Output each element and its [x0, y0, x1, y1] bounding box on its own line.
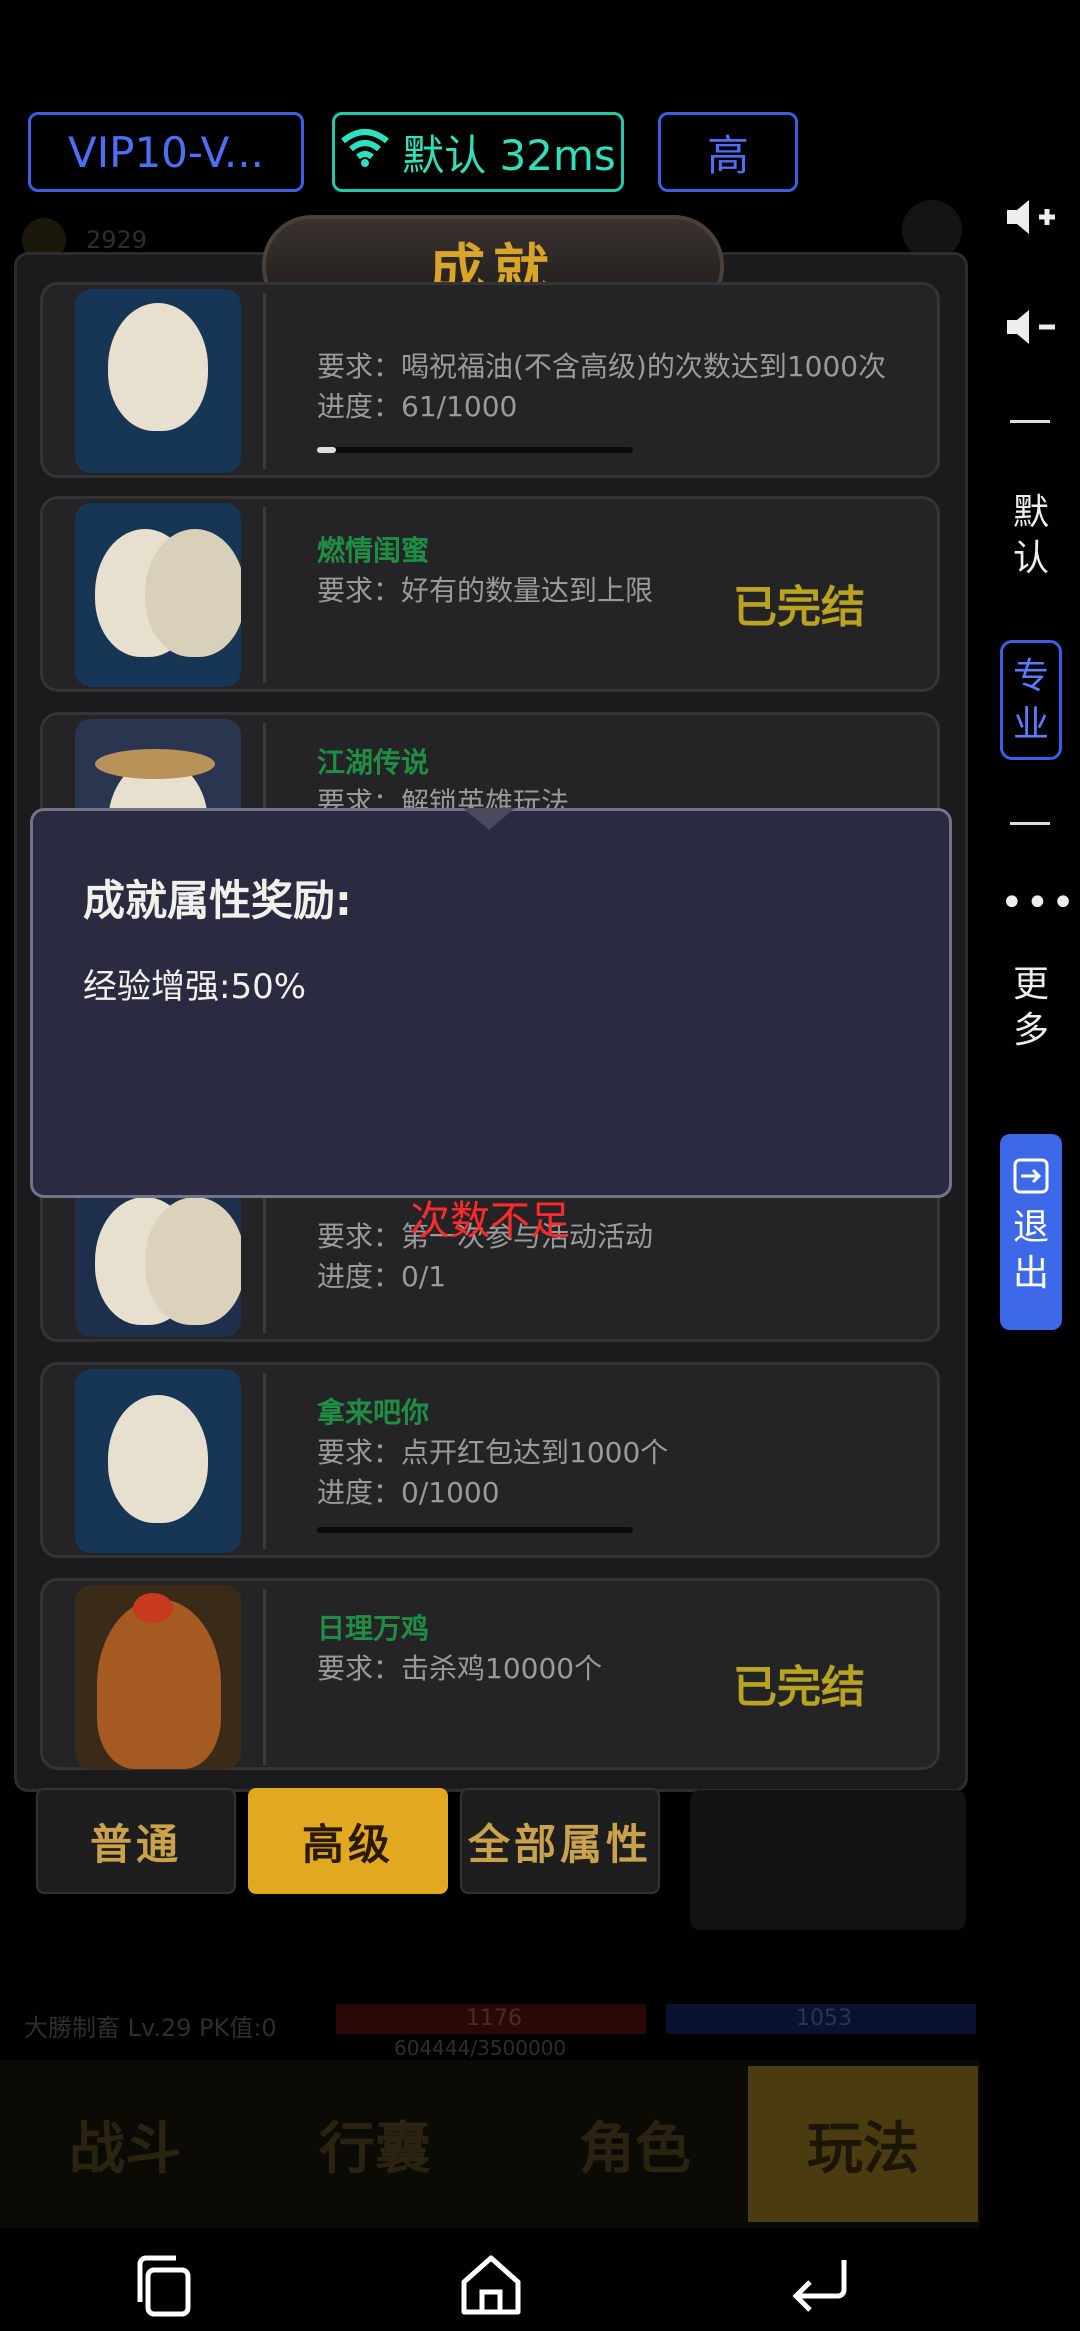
default-mode-button[interactable]: 默 认 [1000, 490, 1062, 582]
achievement-row[interactable]: 日理万鸡 要求：击杀鸡10000个 已完结 [40, 1578, 940, 1770]
achievement-name: 日理万鸡 [317, 1612, 430, 1645]
wifi-icon [340, 127, 390, 177]
quality-button[interactable]: 高 [658, 112, 798, 192]
mp-value: 1053 [796, 2006, 852, 2031]
more-button[interactable]: 更 多 [1000, 962, 1062, 1054]
nav-role[interactable]: 角色 [520, 2066, 750, 2222]
egg-character-image [108, 303, 208, 431]
recent-apps-button[interactable] [128, 2250, 198, 2320]
reward-tooltip: 成就属性奖励: 经验增强:50% [30, 808, 952, 1198]
divider [1010, 822, 1050, 825]
tooltip-body: 经验增强:50% [83, 967, 307, 1007]
network-status-button[interactable]: 默认 32ms [332, 112, 624, 192]
achievement-status: 已完结 [733, 1662, 865, 1713]
hp-bar: 1176 [336, 2004, 646, 2034]
achievement-requirement: 要求：点开红包达到1000个 [317, 1436, 669, 1469]
volume-up-button[interactable] [1000, 194, 1062, 249]
exit-label: 退 出 [1012, 1207, 1049, 1294]
exit-button[interactable]: 退 出 [1000, 1134, 1062, 1330]
progress-bar [317, 447, 633, 453]
achievement-name: 江湖传说 [317, 746, 430, 779]
achievement-requirement: 要求：击杀鸡10000个 [317, 1652, 603, 1685]
back-button[interactable] [784, 2250, 854, 2320]
achievement-progress: 进度：0/1000 [317, 1476, 500, 1509]
achievement-name: 拿来吧你 [317, 1396, 430, 1429]
achievement-portrait [75, 1369, 241, 1553]
achievement-name: 燃情闺蜜 [317, 534, 430, 567]
home-icon [461, 2255, 521, 2315]
tab-all-attributes[interactable]: 全部属性 [460, 1788, 660, 1894]
nav-bag[interactable]: 行囊 [260, 2066, 490, 2222]
quality-label: 高 [706, 130, 749, 180]
exit-icon [1013, 1158, 1049, 1194]
bg-decoration [690, 1790, 966, 1930]
divider [1010, 420, 1050, 423]
achievement-portrait [75, 289, 241, 473]
hp-value: 1176 [466, 2006, 522, 2031]
achievement-row[interactable]: 燃情闺蜜 要求：好有的数量达到上限 已完结 [40, 496, 940, 692]
achievement-progress: 进度：0/1 [317, 1260, 447, 1293]
achievement-progress: 进度：61/1000 [317, 390, 518, 423]
tooltip-arrow [463, 808, 515, 830]
achievement-row[interactable]: 要求：喝祝福油(不含高级)的次数达到1000次 进度：61/1000 [40, 282, 940, 478]
network-label: 默认 32ms [402, 130, 616, 180]
vip-label: VIP10-V... [68, 127, 264, 177]
recent-apps-icon [137, 2255, 191, 2317]
nav-battle[interactable]: 战斗 [10, 2066, 240, 2222]
back-icon [792, 2260, 847, 2312]
player-info: 大勝制畜 Lv.29 PK值:0 [24, 2014, 277, 2042]
achievement-requirement: 要求：喝祝福油(不含高级)的次数达到1000次 [317, 350, 887, 383]
straw-hat-icon [95, 749, 215, 779]
warning-message: 次数不足 [410, 1198, 570, 1244]
nav-play[interactable]: 玩法 [748, 2066, 978, 2222]
chicken-character-image [97, 1599, 221, 1769]
tooltip-title: 成就属性奖励: [83, 876, 352, 925]
volume-up-icon [1007, 200, 1055, 234]
achievement-status: 已完结 [733, 582, 865, 633]
achievement-requirement: 要求：好有的数量达到上限 [317, 574, 654, 607]
exp-value: 604444/3500000 [394, 2036, 567, 2060]
pro-mode-button[interactable]: 专 业 [1000, 640, 1062, 760]
achievement-row[interactable]: 拿来吧你 要求：点开红包达到1000个 进度：0/1000 [40, 1362, 940, 1558]
more-dots-icon[interactable]: ••• [1000, 880, 1075, 926]
vip-button[interactable]: VIP10-V... [28, 112, 304, 192]
progress-bar [317, 1527, 633, 1533]
tab-advanced[interactable]: 高级 [248, 1788, 448, 1894]
achievement-portrait [75, 1585, 241, 1769]
bg-coin-count: 2929 [86, 226, 148, 254]
volume-down-icon [1007, 310, 1055, 344]
volume-down-button[interactable] [1000, 304, 1062, 359]
tab-normal[interactable]: 普通 [36, 1788, 236, 1894]
home-button[interactable] [456, 2250, 526, 2320]
achievement-portrait [75, 503, 241, 687]
gear-icon [902, 200, 962, 260]
mp-bar: 1053 [666, 2004, 976, 2034]
